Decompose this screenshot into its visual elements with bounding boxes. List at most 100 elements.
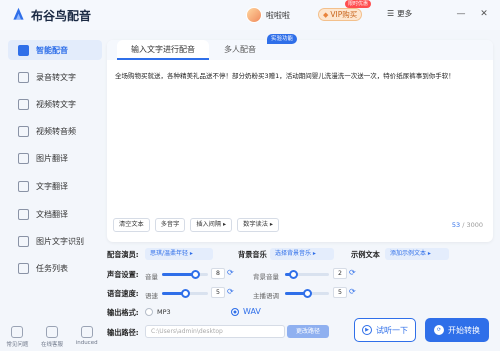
avatar[interactable] xyxy=(246,7,262,23)
bg-volume-slider-handle[interactable] xyxy=(289,270,298,279)
vip-purchase-button[interactable]: ◆ VIP购买 xyxy=(318,8,362,21)
image-icon xyxy=(18,152,29,164)
speed-slider[interactable] xyxy=(162,289,208,298)
app-title: 布谷鸟配音 xyxy=(31,9,92,23)
output-format-label: 输出格式: xyxy=(107,308,139,317)
sidebar-item-image-ocr[interactable]: 图片文字识别 xyxy=(8,231,102,251)
number-reading-button[interactable]: 数字读法 ▸ xyxy=(237,218,279,232)
minimize-icon[interactable]: — xyxy=(455,8,467,20)
sidebar-item-label: 任务列表 xyxy=(36,263,68,273)
example-text-label: 示例文本 xyxy=(351,250,380,259)
format-mp3-label: MP3 xyxy=(157,308,171,316)
example-text-select[interactable]: 添加示例文本 ▸ xyxy=(385,248,449,260)
tab-text-dubbing[interactable]: 输入文字进行配音 xyxy=(117,40,209,60)
sidebar-item-label: 视频转文字 xyxy=(36,99,76,109)
sidebar-item-label: 图片文字识别 xyxy=(36,236,84,246)
volume-slider[interactable] xyxy=(162,270,208,279)
speed-value[interactable]: 5 xyxy=(211,287,225,298)
video-icon xyxy=(18,98,29,110)
dubbing-text-area[interactable]: 全场购物买就送，各种精美礼品送不停！部分奶粉买3赠1，活动期间婴儿洗漫洗一次送一… xyxy=(115,71,487,81)
reset-icon[interactable]: ⟳ xyxy=(227,287,234,296)
more-menu-button[interactable]: ☰ 更多 xyxy=(387,8,412,19)
start-convert-button[interactable]: ⟳ 开始转换 xyxy=(425,318,489,342)
format-wav-radio[interactable] xyxy=(231,308,239,316)
sidebar-item-label: 智能配音 xyxy=(36,45,68,55)
join-group-label: induced xyxy=(75,340,98,346)
volume-value[interactable]: 8 xyxy=(211,268,225,279)
title-bar: 布谷鸟配音 啦啦啦 ◆ VIP购买 限时优惠 ☰ 更多 — ✕ xyxy=(0,0,500,30)
insert-pause-button[interactable]: 插入间隔 ▸ xyxy=(190,218,233,232)
sidebar-item-text-translate[interactable]: 文字翻译 xyxy=(8,176,102,196)
format-mp3-radio[interactable] xyxy=(145,308,153,316)
change-path-button[interactable]: 更改路径 xyxy=(287,325,329,338)
voice-actor-select[interactable]: 思琪/温柔年轻 ▸ xyxy=(145,248,213,260)
list-icon xyxy=(18,262,29,274)
diamond-icon: ◆ xyxy=(323,10,329,19)
speed-label: 语速 xyxy=(145,292,158,300)
pitch-slider-handle[interactable] xyxy=(303,289,312,298)
output-path-label: 输出路径: xyxy=(107,328,139,337)
close-icon[interactable]: ✕ xyxy=(478,8,490,20)
sidebar-item-label: 文字翻译 xyxy=(36,181,68,191)
sidebar-bottom-links: 常见问题 在线客服 induced xyxy=(0,326,104,351)
microphone-icon xyxy=(18,44,29,56)
reset-icon[interactable]: ⟳ xyxy=(349,287,356,296)
video-audio-icon xyxy=(18,125,29,137)
user-profile[interactable]: 啦啦啦 xyxy=(246,7,290,23)
faq-button[interactable]: 常见问题 xyxy=(1,326,33,351)
bgm-label: 背景音乐 xyxy=(238,250,267,259)
sidebar-item-smart-dubbing[interactable]: 智能配音 xyxy=(8,40,102,60)
bg-volume-slider[interactable] xyxy=(285,270,329,279)
pitch-value[interactable]: 5 xyxy=(333,287,347,298)
tab-multi-voice[interactable]: 多人配音 xyxy=(215,40,265,60)
speed-slider-handle[interactable] xyxy=(181,289,190,298)
document-icon xyxy=(18,208,29,220)
group-icon xyxy=(80,326,93,338)
preview-listen-label: 试听一下 xyxy=(376,325,408,335)
vip-label: VIP购买 xyxy=(330,10,358,19)
reset-icon[interactable]: ⟳ xyxy=(349,268,356,277)
sidebar-item-label: 图片翻译 xyxy=(36,153,68,163)
polyphone-button[interactable]: 多音字 xyxy=(154,218,186,232)
sidebar-item-video-to-audio[interactable]: 视频转音频 xyxy=(8,121,102,141)
app-logo-icon xyxy=(13,7,24,20)
character-count: 53 xyxy=(451,221,461,229)
output-path-input[interactable]: C:\Users\admin\desktop xyxy=(145,325,285,338)
support-label: 在线客服 xyxy=(40,342,63,348)
sidebar-item-label: 录音转文字 xyxy=(36,72,76,82)
pitch-slider[interactable] xyxy=(285,289,329,298)
app-window: 布谷鸟配音 啦啦啦 ◆ VIP购买 限时优惠 ☰ 更多 — ✕ 智能配音 录音转… xyxy=(0,0,500,351)
voice-actor-label: 配音演员: xyxy=(107,250,139,259)
bgm-select[interactable]: 选择背景音乐 ▸ xyxy=(270,248,334,260)
ocr-icon xyxy=(18,235,29,247)
translate-icon xyxy=(18,180,29,192)
reset-icon[interactable]: ⟳ xyxy=(227,268,234,277)
faq-label: 常见问题 xyxy=(6,342,29,348)
sidebar-item-image-translate[interactable]: 图片翻译 xyxy=(8,148,102,168)
online-support-button[interactable]: 在线客服 xyxy=(36,326,68,351)
sidebar-item-recording-to-text[interactable]: 录音转文字 xyxy=(8,67,102,87)
character-counter: 53 / 3000 xyxy=(452,221,483,229)
text-editor-card: 输入文字进行配音 多人配音 实验功能 全场购物买就送，各种精美礼品送不停！部分奶… xyxy=(107,34,493,242)
pitch-label: 主播语调 xyxy=(253,292,279,300)
sidebar-item-label: 视频转音频 xyxy=(36,126,76,136)
sidebar-item-document-translate[interactable]: 文档翻译 xyxy=(8,204,102,224)
speech-speed-label: 语音速度: xyxy=(107,289,139,298)
recording-icon xyxy=(18,71,29,83)
sidebar-item-task-list[interactable]: 任务列表 xyxy=(8,258,102,278)
clear-text-button[interactable]: 清空文本 xyxy=(113,218,150,232)
sound-settings-label: 声音设置: xyxy=(107,270,139,279)
play-icon: ▶ xyxy=(362,325,372,335)
join-group-button[interactable]: induced xyxy=(71,326,103,351)
editor-toolbar: 清空文本 多音字 插入间隔 ▸ 数字读法 ▸ xyxy=(113,218,279,232)
user-name: 啦啦啦 xyxy=(266,10,290,20)
bg-volume-value[interactable]: 2 xyxy=(333,268,347,279)
sidebar-item-video-to-text[interactable]: 视频转文字 xyxy=(8,94,102,114)
format-wav-label: WAV xyxy=(243,307,261,316)
character-limit: / 3000 xyxy=(462,221,483,229)
volume-slider-handle[interactable] xyxy=(191,270,200,279)
volume-label: 音量 xyxy=(145,273,158,281)
preview-listen-button[interactable]: ▶ 试听一下 xyxy=(354,318,416,342)
more-label: 更多 xyxy=(397,9,413,18)
convert-icon: ⟳ xyxy=(434,325,444,335)
